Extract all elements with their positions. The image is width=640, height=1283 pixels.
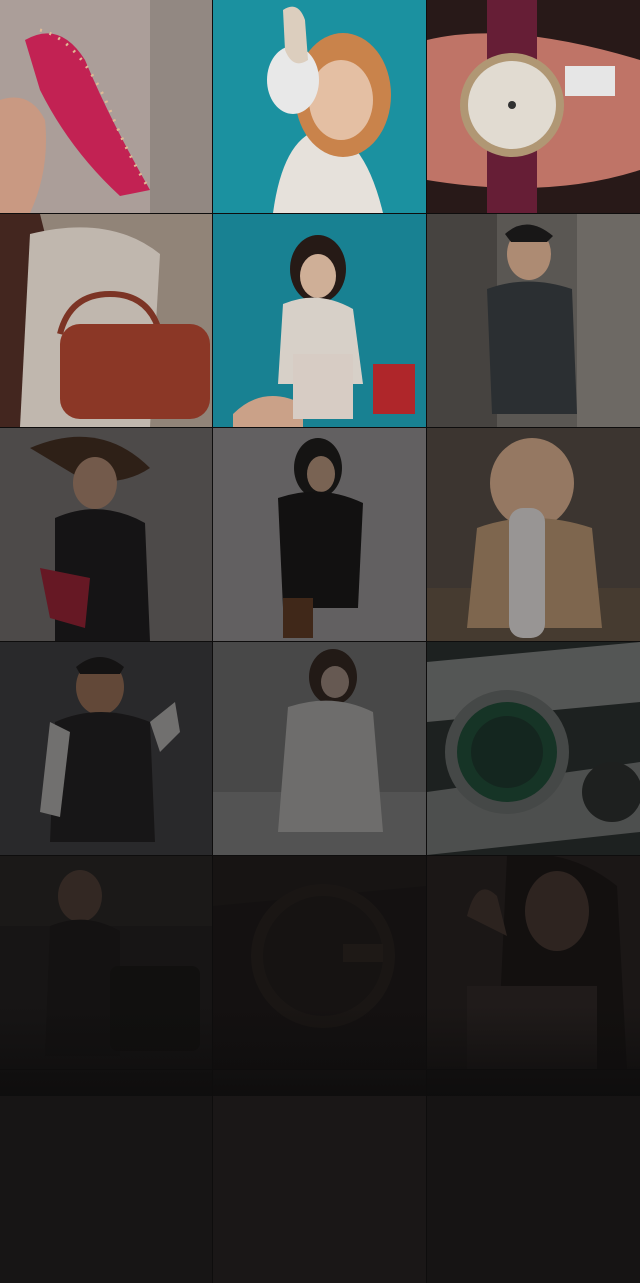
woman-holding-shoe-icon	[213, 0, 426, 213]
baby-with-bottle-icon	[427, 428, 640, 641]
woman-in-black-dress-icon	[0, 428, 212, 641]
gallery-tile[interactable]	[0, 1070, 212, 1283]
woman-with-tote-bag-icon	[0, 856, 212, 1069]
gallery-tile[interactable]	[427, 856, 640, 1069]
gallery-tile[interactable]	[0, 428, 212, 641]
gallery-tile[interactable]	[427, 214, 640, 427]
woman-in-leather-jacket-icon	[213, 428, 426, 641]
gallery-tile[interactable]	[213, 428, 426, 641]
woman-with-handbags-teal-icon	[213, 214, 426, 427]
gallery-tile[interactable]	[213, 642, 426, 855]
gallery-tile[interactable]	[427, 642, 640, 855]
pink-studded-flat-shoe-icon	[0, 0, 212, 213]
woman-with-red-handbag-icon	[0, 214, 212, 427]
gallery-tile[interactable]	[427, 428, 640, 641]
partial-photo-icon	[427, 1070, 640, 1283]
gallery-tile[interactable]	[0, 214, 212, 427]
gallery-tile[interactable]	[213, 1070, 426, 1283]
gallery-tile[interactable]	[213, 856, 426, 1069]
woman-peace-sign-icon	[427, 856, 640, 1069]
gallery-tile[interactable]	[0, 856, 212, 1069]
gallery-tile[interactable]	[427, 1070, 640, 1283]
woman-in-white-icon	[213, 642, 426, 855]
gallery-tile[interactable]	[0, 0, 212, 213]
partial-photo-icon	[0, 1070, 212, 1283]
man-in-striped-tshirt-icon	[427, 214, 640, 427]
luxury-watch-in-hand-icon	[427, 0, 640, 213]
gallery-tile[interactable]	[213, 214, 426, 427]
gallery-tile[interactable]	[213, 0, 426, 213]
gold-watch-closeup-icon	[213, 856, 426, 1069]
photo-grid	[0, 0, 640, 1096]
gallery-tile[interactable]	[427, 0, 640, 213]
man-in-varsity-jacket-icon	[0, 642, 212, 855]
partial-photo-icon	[213, 1070, 426, 1283]
gallery-tile[interactable]	[0, 642, 212, 855]
green-dial-watch-icon	[427, 642, 640, 855]
